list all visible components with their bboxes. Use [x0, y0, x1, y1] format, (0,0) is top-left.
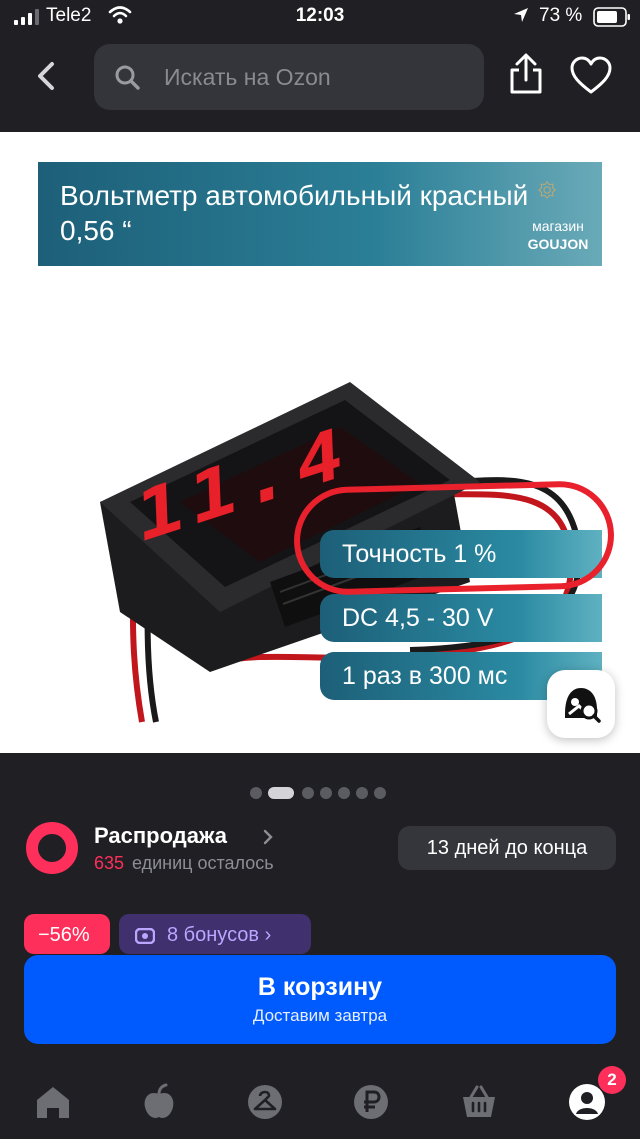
catalog-icon[interactable]	[245, 1082, 285, 1122]
shop-logo-name: GOUJON	[527, 236, 589, 252]
highlight-circle-annotation	[292, 479, 616, 597]
bonus-badge[interactable]: 8 бонусов ›	[119, 914, 311, 954]
bonus-coin-icon	[135, 928, 155, 944]
shop-emblem-icon	[538, 181, 556, 199]
add-to-cart-label: В корзину	[257, 973, 383, 1001]
status-bar: Tele2 12:03 73 %	[0, 0, 640, 34]
sale-days-left-badge: 13 дней до конца	[398, 826, 616, 870]
carousel-dot[interactable]	[356, 787, 368, 799]
carousel-dot[interactable]	[374, 787, 386, 799]
battery-percent: 73 %	[539, 5, 583, 26]
carousel-dot[interactable]	[320, 787, 332, 799]
search-input[interactable]: Искать на Ozon	[94, 44, 484, 110]
bonus-text: 8 бонусов ›	[167, 924, 272, 946]
chevron-right-icon[interactable]	[262, 828, 274, 846]
cart-icon[interactable]	[459, 1082, 499, 1122]
home-icon[interactable]	[33, 1082, 73, 1122]
carousel-dot-active[interactable]	[268, 787, 294, 799]
spec-voltage-text: DC 4,5 - 30 V	[342, 604, 494, 632]
search-placeholder: Искать на Ozon	[164, 64, 331, 90]
carousel-dot[interactable]	[302, 787, 314, 799]
image-search-icon	[565, 688, 601, 723]
product-image-gallery[interactable]: Вольтметр автомобильный красный 0,56 “ м…	[0, 132, 640, 753]
share-icon[interactable]	[508, 52, 544, 96]
sale-ring-icon	[26, 822, 78, 874]
profile-notification-badge: 2	[598, 1066, 626, 1094]
sale-remaining-label: единиц осталось	[132, 853, 274, 873]
fresh-icon[interactable]	[139, 1082, 179, 1122]
top-bar: Искать на Ozon	[0, 34, 640, 132]
carousel-dot[interactable]	[338, 787, 350, 799]
battery-icon	[593, 7, 630, 27]
spec-refresh-text: 1 раз в 300 мс	[342, 662, 508, 690]
shop-logo-caption: магазин	[532, 218, 584, 234]
back-arrow-icon[interactable]	[30, 58, 62, 94]
image-search-button[interactable]	[547, 670, 615, 738]
sale-title[interactable]: Распродажа	[94, 823, 227, 849]
shop-logo: магазин GOUJON	[514, 181, 602, 260]
product-banner-title: Вольтметр автомобильный красный 0,56 “	[60, 180, 529, 246]
sale-remaining-count: 635	[94, 853, 125, 873]
delivery-note: Доставим завтра	[252, 1006, 388, 1025]
carousel-dots[interactable]	[248, 785, 398, 801]
location-arrow-icon	[514, 8, 528, 22]
bottom-navigation	[0, 1062, 640, 1139]
finance-icon[interactable]	[351, 1082, 391, 1122]
search-icon	[115, 65, 140, 90]
spec-voltage-range: DC 4,5 - 30 V	[320, 594, 602, 642]
product-banner: Вольтметр автомобильный красный 0,56 “ м…	[38, 162, 602, 266]
add-to-cart-button[interactable]: В корзину Доставим завтра	[24, 955, 616, 1044]
heart-icon[interactable]	[569, 56, 613, 96]
carousel-dot[interactable]	[250, 787, 262, 799]
discount-badge: −56%	[24, 914, 110, 954]
discount-value: −56%	[38, 924, 90, 946]
